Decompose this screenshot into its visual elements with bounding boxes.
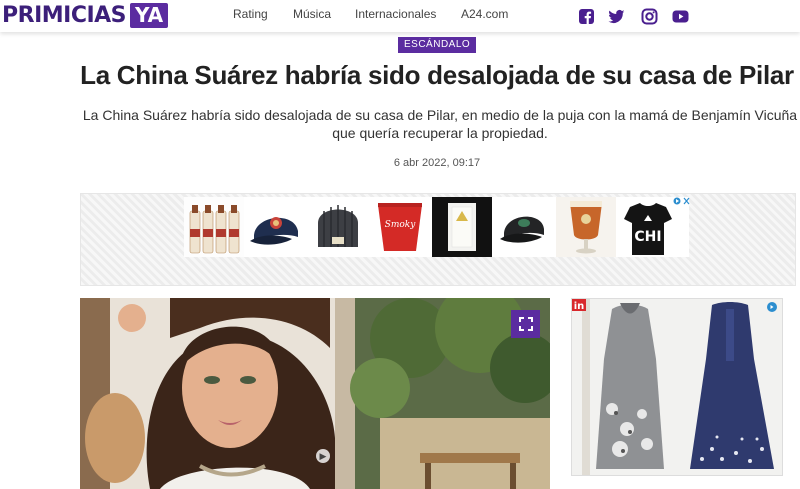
nav-link-internacionales[interactable]: Internacionales [355,7,436,21]
ad-product-row: Smoky CHI [184,197,689,257]
nav-link-a24[interactable]: A24.com [461,7,508,21]
adchoices-icon[interactable] [673,196,691,206]
chevron-right-icon: ▶ [319,451,327,461]
expand-icon [518,317,533,331]
ad-product-cup[interactable]: Smoky [370,197,430,257]
twitter-icon[interactable] [608,8,625,25]
ad-product-cap-navy[interactable] [246,197,306,257]
side-ad[interactable]: in [571,298,783,476]
article-date: 6 abr 2022, 09:17 [393,157,481,169]
nav-link-musica[interactable]: Música [293,7,331,21]
ad-banner[interactable]: Smoky CHI [80,193,796,286]
ad-product-glass[interactable] [432,197,492,257]
ad-product-chi-shirt[interactable]: CHI [618,197,678,257]
facebook-icon[interactable] [578,8,595,25]
logo-badge: YA [130,3,169,28]
logo-text: PRIMICIAS [2,3,127,28]
gallery-next-button[interactable]: ▶ [316,449,330,463]
article-hero-image[interactable] [80,298,550,489]
instagram-icon[interactable] [641,8,658,25]
article-title: La China Suárez habría sido desalojada d… [80,60,794,90]
article-subtitle: La China Suárez habría sido desalojada d… [82,107,798,141]
site-logo[interactable]: PRIMICIAS YA [2,3,169,28]
cup-label: Smoky [385,220,417,230]
expand-gallery-button[interactable] [511,310,540,338]
ad-product-cap-black[interactable] [494,197,554,257]
youtube-icon[interactable] [672,8,689,25]
ad-product-bottles[interactable] [184,197,244,257]
ad-product-beer-glass[interactable] [556,197,616,257]
ad-product-beanie[interactable] [308,197,368,257]
site-header: PRIMICIAS YA Rating Música Internacional… [0,0,800,32]
chi-label: CHI [634,229,661,245]
category-badge[interactable]: ESCÁNDALO [398,37,477,53]
side-ad-brand: in [574,301,585,312]
nav-link-rating[interactable]: Rating [233,7,268,21]
